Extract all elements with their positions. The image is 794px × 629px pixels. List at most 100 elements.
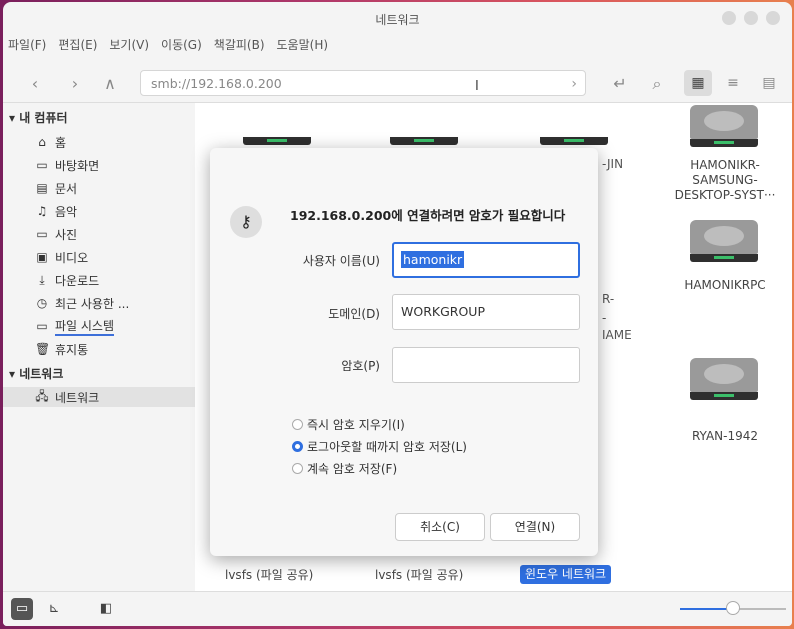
- window-controls: [722, 11, 780, 25]
- file-item-label[interactable]: lvsfs (파일 공유): [375, 568, 463, 583]
- sidebar-item-network[interactable]: 🖧 네트워크: [3, 387, 195, 407]
- sidebar-item-label: 휴지통: [55, 342, 89, 357]
- file-item-label[interactable]: HAMONIKRPC: [665, 278, 785, 293]
- sidebar-item-filesystem[interactable]: ▭ 파일 시스템: [35, 316, 115, 336]
- search-icon: ⌕: [652, 74, 662, 93]
- music-icon: ♫: [36, 204, 48, 218]
- text-cursor-icon: I: [475, 79, 479, 94]
- sidebar-item-downloads[interactable]: ⤓ 다운로드: [35, 270, 99, 290]
- sidebar-section-my-computer[interactable]: ▾ 내 컴퓨터: [9, 109, 68, 126]
- menubar: 파일(F) 편집(E) 보기(V) 이동(G) 책갈피(B) 도움말(H): [3, 36, 328, 58]
- sidebar-item-music[interactable]: ♫ 음악: [35, 201, 77, 221]
- sidebar-item-home[interactable]: ⌂ 홈: [35, 132, 66, 152]
- zoom-knob[interactable]: [726, 601, 740, 615]
- file-item-label[interactable]: HAMONIKR- SAMSUNG- DESKTOP-SYST···: [650, 158, 792, 203]
- radio-button[interactable]: [292, 419, 303, 430]
- recent-icon: ◷: [36, 296, 48, 310]
- password-label: 암호(P): [341, 359, 380, 373]
- radio-label: 계속 암호 저장(F): [307, 462, 398, 476]
- sidebar-item-documents[interactable]: ▤ 문서: [35, 178, 77, 198]
- network-drive-icon: [390, 103, 458, 145]
- zoom-slider[interactable]: [680, 601, 786, 615]
- forward-button[interactable]: ›: [63, 72, 87, 96]
- sidebar-item-desktop[interactable]: ▭ 바탕화면: [35, 155, 99, 175]
- username-label: 사용자 이름(U): [302, 254, 380, 268]
- sidebar-item-trash[interactable]: 🗑 휴지통: [35, 339, 88, 359]
- sidebar-item-videos[interactable]: ▣ 비디오: [35, 247, 88, 267]
- menu-bookmarks[interactable]: 책갈피(B): [214, 36, 265, 58]
- return-button[interactable]: ↵: [608, 72, 632, 96]
- trash-icon: 🗑: [35, 342, 51, 356]
- partial-label: R-: [602, 292, 615, 306]
- menu-file[interactable]: 파일(F): [8, 36, 46, 58]
- username-field[interactable]: hamonikr: [392, 242, 580, 278]
- radio-remember-forever[interactable]: 계속 암호 저장(F): [292, 460, 397, 477]
- radio-remember-until-logout[interactable]: 로그아웃할 때까지 암호 저장(L): [292, 438, 467, 455]
- radio-button[interactable]: [292, 441, 303, 452]
- sidebar-item-label: 비디오: [55, 250, 89, 265]
- file-item-label-selected[interactable]: 윈도우 네트워크: [520, 565, 612, 584]
- sidebar-item-label: 네트워크: [55, 390, 100, 405]
- password-field[interactable]: [392, 347, 580, 383]
- list-view-icon: ≡: [727, 75, 739, 91]
- sidebar-item-recent[interactable]: ◷ 최근 사용한 ...: [35, 293, 130, 313]
- connect-button[interactable]: 연결(N): [490, 513, 580, 541]
- maximize-button[interactable]: [744, 11, 758, 25]
- minimize-button[interactable]: [722, 11, 736, 25]
- statusbar: ▭ ⊾ ◧: [3, 591, 792, 626]
- download-icon: ⤓: [39, 272, 45, 287]
- menu-view[interactable]: 보기(V): [109, 36, 149, 58]
- menu-help[interactable]: 도움말(H): [277, 36, 329, 58]
- network-drive-icon: [243, 103, 311, 145]
- grid-view-icon: ▦: [691, 75, 705, 91]
- file-item-label[interactable]: lvsfs (파일 공유): [225, 568, 313, 583]
- sidebar-item-pictures[interactable]: ▭ 사진: [35, 224, 77, 244]
- partial-label: -: [602, 311, 607, 325]
- lock-icon: ⚷: [230, 206, 262, 238]
- places-button[interactable]: ▭: [11, 598, 33, 620]
- chevron-right-icon[interactable]: ›: [571, 71, 577, 97]
- sidebar: ▾ 내 컴퓨터 ⌂ 홈 ▭ 바탕화면 ▤ 문서 ♫ 음악 ▭ 사진 ▣ 비디오 ⤓ 다운로드 …: [3, 103, 195, 592]
- radio-button[interactable]: [292, 463, 303, 474]
- toggle-sidebar-button[interactable]: ◧: [95, 598, 117, 620]
- sidebar-item-label: 홈: [55, 135, 67, 150]
- toolbar: ‹ › ∧ smb://192.168.0.200 I › ↵ ⌕ ▦ ≡ ▤: [3, 64, 792, 103]
- sidebar-item-label: 최근 사용한 ...: [55, 296, 130, 311]
- file-item-label[interactable]: RYAN-1942: [670, 429, 780, 444]
- compact-view-button[interactable]: ▤: [755, 70, 783, 96]
- tree-icon: ⊾: [48, 601, 60, 616]
- titlebar[interactable]: 네트워크: [3, 2, 792, 32]
- drive-icon: ▭: [36, 319, 48, 333]
- desktop-icon: ▭: [36, 158, 48, 172]
- list-view-button[interactable]: ≡: [719, 70, 747, 96]
- places-icon: ▭: [15, 601, 29, 616]
- tree-button[interactable]: ⊾: [43, 598, 65, 620]
- section-label: 내 컴퓨터: [19, 111, 68, 125]
- toggle-sidebar-icon: ◧: [99, 601, 113, 616]
- sidebar-item-label: 다운로드: [55, 273, 100, 288]
- sidebar-item-label: 파일 시스템: [55, 317, 115, 336]
- sidebar-item-label: 음악: [55, 204, 78, 219]
- video-icon: ▣: [36, 250, 48, 264]
- chevron-right-icon: ›: [71, 74, 79, 93]
- close-button[interactable]: [766, 11, 780, 25]
- location-bar[interactable]: smb://192.168.0.200 I ›: [140, 70, 586, 96]
- grid-view-button[interactable]: ▦: [684, 70, 712, 96]
- network-icon: 🖧: [35, 388, 49, 403]
- search-button[interactable]: ⌕: [645, 72, 669, 96]
- document-icon: ▤: [36, 181, 48, 195]
- picture-icon: ▭: [36, 227, 48, 241]
- sidebar-item-label: 바탕화면: [55, 158, 100, 173]
- back-button[interactable]: ‹: [23, 72, 47, 96]
- network-drive-icon: [690, 220, 758, 262]
- return-icon: ↵: [613, 74, 627, 93]
- domain-field[interactable]: WORKGROUP: [392, 294, 580, 330]
- up-button[interactable]: ∧: [98, 72, 122, 96]
- menu-edit[interactable]: 편집(E): [58, 36, 97, 58]
- cancel-button[interactable]: 취소(C): [395, 513, 485, 541]
- sidebar-section-network[interactable]: ▾ 네트워크: [9, 365, 63, 382]
- menu-go[interactable]: 이동(G): [161, 36, 202, 58]
- partial-label: -JIN: [602, 157, 624, 171]
- radio-forget-immediately[interactable]: 즉시 암호 지우기(I): [292, 416, 405, 433]
- radio-label: 로그아웃할 때까지 암호 저장(L): [307, 440, 467, 454]
